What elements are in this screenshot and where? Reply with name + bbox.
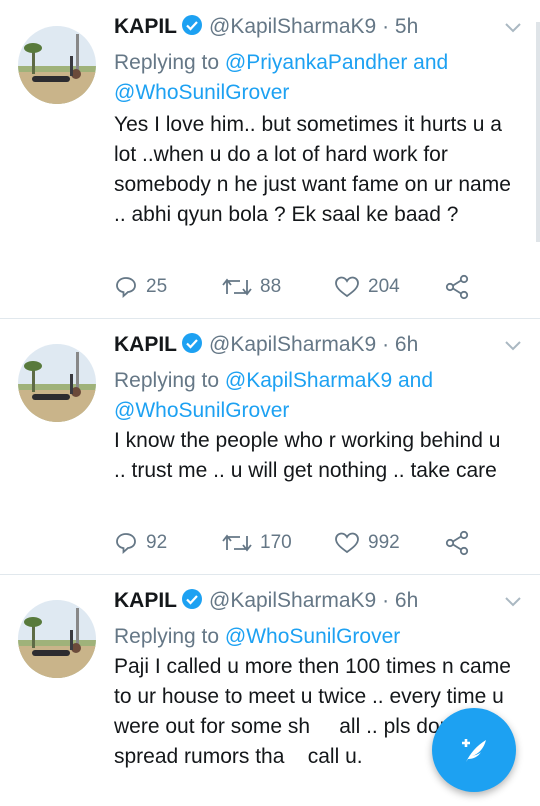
compose-tweet-icon	[462, 739, 486, 762]
retweet-button[interactable]: 88	[222, 272, 281, 302]
avatar[interactable]	[18, 26, 96, 104]
like-count: 992	[368, 532, 400, 553]
share-icon	[445, 530, 469, 556]
like-button[interactable]: 992	[334, 528, 400, 558]
reply-button[interactable]: 25	[114, 272, 167, 302]
retweet-icon	[222, 278, 252, 296]
reply-mention[interactable]: @KapilSharmaK9 and	[225, 369, 433, 392]
tweet-2[interactable]: KAPIL @KapilSharmaK9 · 6h Replying to @Ka…	[0, 318, 540, 574]
compose-tweet-button[interactable]	[432, 708, 516, 792]
replying-to: Replying to @PriyankaPandher and @WhoSun…	[114, 51, 449, 104]
handle-time[interactable]: @KapilSharmaK9 · 6h	[209, 589, 418, 612]
retweet-count: 88	[260, 276, 282, 297]
display-name[interactable]: KAPIL	[114, 15, 177, 38]
share-button[interactable]	[444, 272, 478, 302]
tweet-actions: 92 170 992	[114, 528, 494, 558]
tweet-text: Yes I love him.. but sometimes it hurts …	[114, 113, 511, 226]
verified-badge-icon	[181, 332, 203, 359]
avatar[interactable]	[18, 344, 96, 422]
heart-icon	[335, 276, 359, 298]
reply-count: 92	[146, 532, 168, 553]
retweet-icon	[222, 534, 252, 552]
chevron-down-icon[interactable]	[504, 340, 522, 352]
scrollbar[interactable]	[536, 22, 540, 242]
like-button[interactable]: 204	[334, 272, 400, 302]
reply-icon	[116, 533, 136, 555]
verified-badge-icon	[181, 588, 203, 615]
replying-to: Replying to @KapilSharmaK9 and @WhoSunil…	[114, 369, 434, 422]
handle-time[interactable]: @KapilSharmaK9 · 6h	[209, 333, 418, 356]
like-count: 204	[368, 276, 400, 297]
heart-icon	[335, 532, 359, 554]
chevron-down-icon[interactable]	[504, 596, 522, 608]
retweet-count: 170	[260, 532, 292, 553]
display-name[interactable]: KAPIL	[114, 589, 177, 612]
tweet-header: KAPIL @KapilSharmaK9 · 6h	[114, 588, 418, 622]
tweet-1[interactable]: KAPIL @KapilSharmaK9 · 5h Replying to @Pr…	[0, 0, 540, 318]
verified-badge-icon	[181, 14, 203, 41]
reply-button[interactable]: 92	[114, 528, 167, 558]
tweet-header: KAPIL @KapilSharmaK9 · 6h	[114, 332, 418, 366]
replying-to: Replying to @WhoSunilGrover	[114, 625, 401, 648]
display-name[interactable]: KAPIL	[114, 333, 177, 356]
tweet-header: KAPIL @KapilSharmaK9 · 5h	[114, 14, 418, 48]
reply-mention[interactable]: @WhoSunilGrover	[114, 399, 289, 422]
avatar[interactable]	[18, 600, 96, 678]
reply-icon	[116, 277, 136, 299]
reply-mention[interactable]: @PriyankaPandher and	[225, 51, 448, 74]
handle-time[interactable]: @KapilSharmaK9 · 5h	[209, 15, 418, 38]
reply-count: 25	[146, 276, 168, 297]
chevron-down-icon[interactable]	[504, 22, 522, 34]
reply-mention[interactable]: @WhoSunilGrover	[225, 625, 400, 648]
retweet-button[interactable]: 170	[222, 528, 292, 558]
share-icon	[445, 274, 469, 300]
share-button[interactable]	[444, 528, 478, 558]
tweet-actions: 25 88 204	[114, 272, 494, 302]
reply-mention[interactable]: @WhoSunilGrover	[114, 81, 289, 104]
tweet-text: I know the people who r working behind u…	[114, 429, 501, 482]
